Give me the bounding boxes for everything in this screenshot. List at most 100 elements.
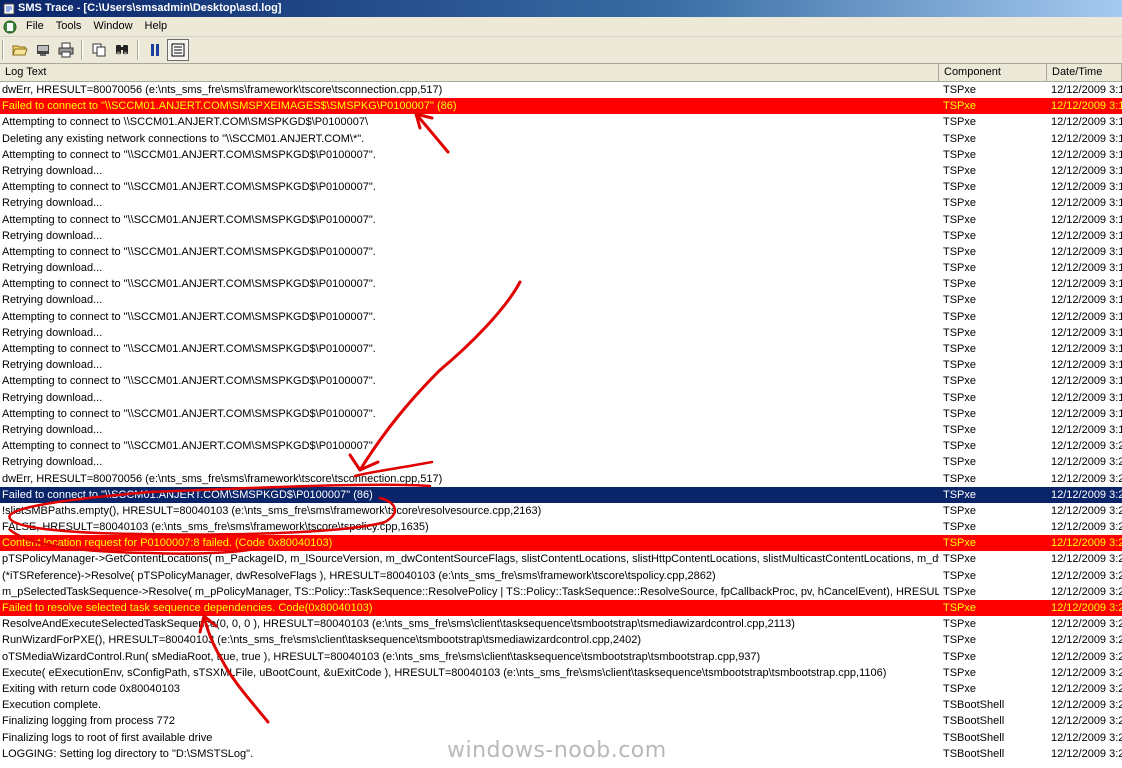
pause-button[interactable] xyxy=(144,39,166,61)
log-list[interactable]: Log Text Component Date/Time dwErr, HRES… xyxy=(0,64,1122,768)
copy-icon xyxy=(92,43,106,57)
datetime-cell: 12/12/2009 3:2 xyxy=(1051,537,1122,550)
datetime-cell: 12/12/2009 3:1 xyxy=(1051,164,1122,177)
find-button[interactable] xyxy=(111,39,133,61)
log-row[interactable]: Attempting to connect to "\\SCCM01.ANJER… xyxy=(0,309,1122,325)
log-row[interactable]: Retrying download... TSPxe 12/12/2009 3:1 xyxy=(0,260,1122,276)
column-header-component[interactable]: Component xyxy=(939,64,1047,81)
log-row[interactable]: Execute( eExecutionEnv, sConfigPath, sTS… xyxy=(0,665,1122,681)
log-row[interactable]: Attempting to connect to "\\SCCM01.ANJER… xyxy=(0,212,1122,228)
log-row[interactable]: pTSPolicyManager->GetContentLocations( m… xyxy=(0,551,1122,567)
log-row[interactable]: dwErr, HRESULT=80070056 (e:\nts_sms_fre\… xyxy=(0,471,1122,487)
component-cell: TSPxe xyxy=(943,602,977,614)
log-row[interactable]: Attempting to connect to "\\SCCM01.ANJER… xyxy=(0,276,1122,292)
log-text-cell: Content location request for P0100007:8 … xyxy=(2,537,333,550)
log-row[interactable]: Attempting to connect to "\\SCCM01.ANJER… xyxy=(0,406,1122,422)
datetime-cell: 12/12/2009 3:1 xyxy=(1051,100,1122,113)
log-row[interactable]: Deleting any existing network connection… xyxy=(0,131,1122,147)
log-row[interactable]: Finalizing logging from process 772 TSBoo… xyxy=(0,713,1122,729)
log-row[interactable]: (*iTSReference)->Resolve( pTSPolicyManag… xyxy=(0,568,1122,584)
window-title: SMS Trace - [C:\Users\smsadmin\Desktop\a… xyxy=(18,2,282,14)
log-row[interactable]: Retrying download... TSPxe 12/12/2009 3:1 xyxy=(0,325,1122,341)
datetime-cell: 12/12/2009 3:1 xyxy=(1051,245,1122,258)
component-cell: TSPxe xyxy=(943,245,977,258)
log-row[interactable]: Retrying download... TSPxe 12/12/2009 3:1 xyxy=(0,390,1122,406)
menu-file[interactable]: File xyxy=(20,17,50,36)
datetime-cell: 12/12/2009 3:2 xyxy=(1051,650,1122,663)
log-row[interactable]: Attempting to connect to "\\SCCM01.ANJER… xyxy=(0,373,1122,389)
log-text-cell: oTSMediaWizardControl.Run( sMediaRoot, t… xyxy=(2,650,761,663)
log-row[interactable]: oTSMediaWizardControl.Run( sMediaRoot, t… xyxy=(0,649,1122,665)
highlight-button[interactable] xyxy=(167,39,189,61)
log-row[interactable]: Retrying download... TSPxe 12/12/2009 3:1 xyxy=(0,357,1122,373)
component-cell: TSPxe xyxy=(943,618,977,631)
log-row[interactable]: Failed to connect to "\\SCCM01.ANJERT.CO… xyxy=(0,486,1122,503)
log-row[interactable]: Attempting to connect to "\\SCCM01.ANJER… xyxy=(0,244,1122,260)
datetime-cell: 12/12/2009 3:2 xyxy=(1051,521,1122,534)
component-cell: TSBootShell xyxy=(943,699,1005,712)
datetime-cell: 12/12/2009 3:2 xyxy=(1051,731,1122,744)
datetime-cell: 12/12/2009 3:1 xyxy=(1051,229,1122,242)
log-text-cell: Attempting to connect to "\\SCCM01.ANJER… xyxy=(2,181,376,194)
log-text-cell: Retrying download... xyxy=(2,164,103,177)
datetime-cell: 12/12/2009 3:1 xyxy=(1051,375,1122,388)
log-row[interactable]: Retrying download... TSPxe 12/12/2009 3:1 xyxy=(0,195,1122,211)
print-button[interactable] xyxy=(55,39,77,61)
log-text-cell: Attempting to connect to "\\SCCM01.ANJER… xyxy=(2,148,376,161)
log-row[interactable]: Execution complete. TSBootShell 12/12/2009… xyxy=(0,697,1122,713)
log-row[interactable]: Retrying download... TSPxe 12/12/2009 3:1 xyxy=(0,292,1122,308)
log-row[interactable]: Retrying download... TSPxe 12/12/2009 3:1 xyxy=(0,422,1122,438)
column-header-log-text[interactable]: Log Text xyxy=(0,64,939,81)
log-row[interactable]: ResolveAndExecuteSelectedTaskSequence(0,… xyxy=(0,616,1122,632)
toolbar-separator xyxy=(81,40,83,60)
copy-button[interactable] xyxy=(88,39,110,61)
log-row[interactable]: m_pSelectedTaskSequence->Resolve( m_pPol… xyxy=(0,584,1122,600)
menu-help[interactable]: Help xyxy=(139,17,174,36)
component-cell: TSPxe xyxy=(943,407,977,420)
log-row[interactable]: Failed to connect to "\\SCCM01.ANJERT.CO… xyxy=(0,98,1122,115)
log-row[interactable]: RunWizardForPXE(), HRESULT=80040103 (e:\… xyxy=(0,632,1122,648)
menu-tools[interactable]: Tools xyxy=(50,17,88,36)
component-cell: TSBootShell xyxy=(943,731,1005,744)
component-cell: TSPxe xyxy=(943,504,977,517)
document-window-icon[interactable] xyxy=(2,19,18,35)
datetime-cell: 12/12/2009 3:2 xyxy=(1051,504,1122,517)
menu-window[interactable]: Window xyxy=(87,17,138,36)
open-button[interactable] xyxy=(9,39,31,61)
log-row[interactable]: Attempting to connect to "\\SCCM01.ANJER… xyxy=(0,147,1122,163)
log-text-cell: dwErr, HRESULT=80070056 (e:\nts_sms_fre\… xyxy=(2,84,443,96)
log-row[interactable]: Attempting to connect to "\\SCCM01.ANJER… xyxy=(0,341,1122,357)
component-cell: TSBootShell xyxy=(943,715,1005,728)
log-row[interactable]: Attempting to connect to "\\SCCM01.ANJER… xyxy=(0,179,1122,195)
component-cell: TSPxe xyxy=(943,472,977,485)
datetime-cell: 12/12/2009 3:1 xyxy=(1051,148,1122,161)
log-row[interactable]: Failed to resolve selected task sequence… xyxy=(0,600,1122,617)
log-row[interactable]: Content location request for P0100007:8 … xyxy=(0,535,1122,552)
log-text-cell: RunWizardForPXE(), HRESULT=80040103 (e:\… xyxy=(2,634,641,647)
column-header-datetime[interactable]: Date/Time xyxy=(1047,64,1122,81)
log-text-cell: !slistSMBPaths.empty(), HRESULT=80040103… xyxy=(2,504,542,517)
log-row[interactable]: Retrying download... TSPxe 12/12/2009 3:1 xyxy=(0,163,1122,179)
log-row[interactable]: !slistSMBPaths.empty(), HRESULT=80040103… xyxy=(0,503,1122,519)
log-row[interactable]: Exiting with return code 0x80040103 TSPxe… xyxy=(0,681,1122,697)
title-bar[interactable]: SMS Trace - [C:\Users\smsadmin\Desktop\a… xyxy=(0,0,1122,17)
log-row[interactable]: Retrying download... TSPxe 12/12/2009 3:2 xyxy=(0,454,1122,470)
print-preview-icon xyxy=(37,45,49,56)
log-row[interactable]: Retrying download... TSPxe 12/12/2009 3:1 xyxy=(0,228,1122,244)
component-cell: TSPxe xyxy=(943,310,977,323)
print-icon xyxy=(58,42,74,58)
log-text-cell: Failed to connect to "\\SCCM01.ANJERT.CO… xyxy=(2,488,373,501)
component-cell: TSPxe xyxy=(943,262,977,275)
datetime-cell: 12/12/2009 3:2 xyxy=(1051,440,1122,453)
log-text-cell: Execute( eExecutionEnv, sConfigPath, sTS… xyxy=(2,666,887,679)
datetime-cell: 12/12/2009 3:1 xyxy=(1051,407,1122,420)
print-preview-button[interactable] xyxy=(32,39,54,61)
datetime-cell: 12/12/2009 3:2 xyxy=(1051,715,1122,728)
log-row[interactable]: Attempting to connect to \\SCCM01.ANJERT… xyxy=(0,114,1122,130)
log-row[interactable]: Attempting to connect to "\\SCCM01.ANJER… xyxy=(0,438,1122,454)
datetime-cell: 12/12/2009 3:2 xyxy=(1051,699,1122,712)
datetime-cell: 12/12/2009 3:2 xyxy=(1051,634,1122,647)
log-row[interactable]: FALSE, HRESULT=80040103 (e:\nts_sms_fre\… xyxy=(0,519,1122,535)
log-row[interactable]: dwErr, HRESULT=80070056 (e:\nts_sms_fre\… xyxy=(0,82,1122,98)
toolbar-separator xyxy=(2,40,4,60)
